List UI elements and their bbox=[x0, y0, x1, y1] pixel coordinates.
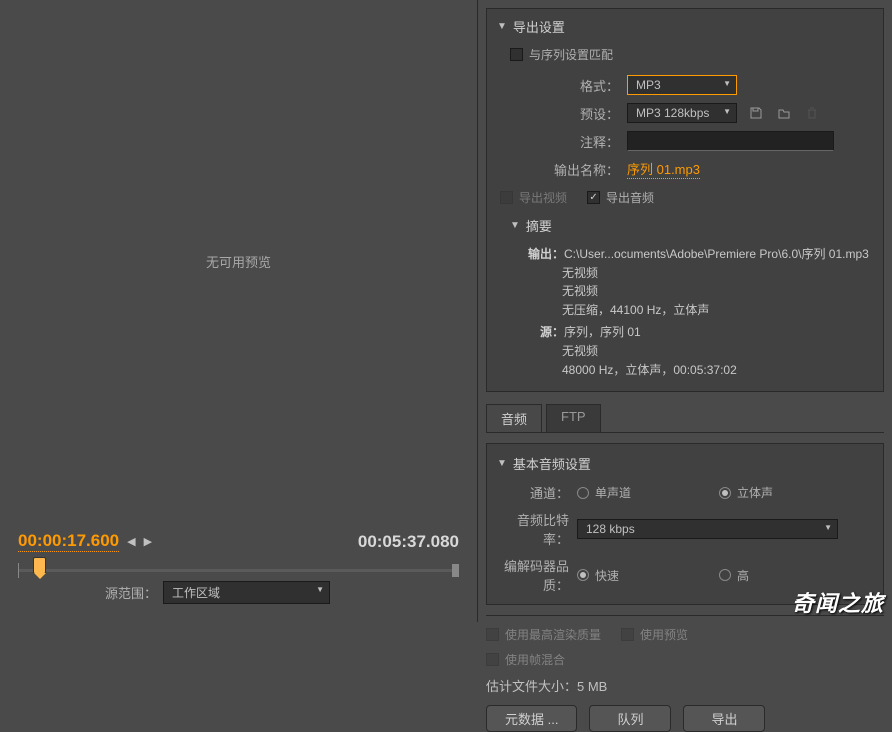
audio-settings-section: ▼ 基本音频设置 通道： 单声道 立体声 音频比特率： 128 kbps 编解码… bbox=[486, 443, 884, 605]
preset-label: 预设： bbox=[497, 104, 627, 123]
max-render-label: 使用最高渲染质量 bbox=[505, 626, 601, 643]
audio-settings-title: 基本音频设置 bbox=[513, 454, 591, 473]
metadata-button[interactable]: 元数据 ... bbox=[486, 705, 577, 732]
filesize-label: 估计文件大小： bbox=[486, 679, 577, 694]
mono-radio[interactable]: 单声道 bbox=[577, 484, 631, 501]
output-name-link[interactable]: 序列 01.mp3 bbox=[627, 159, 700, 179]
settings-panel: ▼ 导出设置 与序列设置匹配 格式： MP3 预设： MP3 128kbps 注… bbox=[477, 0, 892, 622]
summary-disclosure-icon[interactable]: ▼ bbox=[510, 220, 520, 231]
match-sequence-label: 与序列设置匹配 bbox=[529, 46, 613, 63]
prev-frame-icon[interactable]: ◀ bbox=[127, 535, 135, 548]
export-audio-checkbox[interactable] bbox=[587, 191, 600, 204]
source-range-dropdown[interactable]: 工作区域 bbox=[163, 581, 330, 604]
save-preset-icon[interactable] bbox=[747, 104, 765, 122]
bitrate-dropdown[interactable]: 128 kbps bbox=[577, 519, 838, 539]
preview-panel: 无可用预览 00:00:17.600 ◀ ▶ 00:05:37.080 源 bbox=[0, 0, 477, 622]
export-button[interactable]: 导出 bbox=[683, 705, 765, 732]
time-total: 00:05:37.080 bbox=[358, 532, 459, 552]
format-dropdown[interactable]: MP3 bbox=[627, 75, 737, 95]
audio-disclosure-icon[interactable]: ▼ bbox=[497, 458, 507, 469]
high-radio[interactable]: 高 bbox=[719, 567, 749, 584]
channel-label: 通道： bbox=[497, 483, 577, 502]
comment-input[interactable] bbox=[627, 131, 834, 151]
use-preview-label: 使用预览 bbox=[640, 626, 688, 643]
slider-end-handle[interactable] bbox=[452, 564, 459, 577]
export-settings-section: ▼ 导出设置 与序列设置匹配 格式： MP3 预设： MP3 128kbps 注… bbox=[486, 8, 884, 392]
delete-preset-icon bbox=[803, 104, 821, 122]
tab-row: 音频 FTP bbox=[486, 404, 884, 433]
frame-blend-label: 使用帧混合 bbox=[505, 651, 565, 668]
fast-radio[interactable]: 快速 bbox=[577, 567, 619, 584]
comment-label: 注释： bbox=[497, 132, 627, 151]
time-current[interactable]: 00:00:17.600 bbox=[18, 531, 119, 552]
filesize-value: 5 MB bbox=[577, 679, 607, 694]
output-name-label: 输出名称： bbox=[497, 160, 627, 179]
preset-dropdown[interactable]: MP3 128kbps bbox=[627, 103, 737, 123]
export-video-checkbox bbox=[500, 191, 513, 204]
playhead-handle[interactable] bbox=[33, 557, 46, 574]
use-preview-checkbox bbox=[621, 628, 634, 641]
export-title: 导出设置 bbox=[513, 17, 565, 36]
format-label: 格式： bbox=[497, 76, 627, 95]
queue-button[interactable]: 队列 bbox=[589, 705, 671, 732]
preview-area: 无可用预览 bbox=[0, 0, 477, 522]
bottom-options: 使用最高渲染质量 使用预览 使用帧混合 估计文件大小：5 MB 元数据 ... … bbox=[486, 615, 884, 732]
export-video-label: 导出视频 bbox=[519, 189, 567, 206]
source-range-label: 源范围： bbox=[105, 583, 157, 602]
match-sequence-checkbox[interactable] bbox=[510, 48, 523, 61]
next-frame-icon[interactable]: ▶ bbox=[144, 535, 152, 548]
watermark: 奇闻之旅 bbox=[792, 586, 884, 618]
timeline-slider[interactable] bbox=[18, 569, 459, 572]
summary-content: 输出：C:\User...ocuments\Adobe\Premiere Pro… bbox=[528, 245, 873, 379]
summary-title: 摘要 bbox=[526, 216, 552, 235]
bitrate-label: 音频比特率： bbox=[497, 510, 577, 548]
timeline-controls: 00:00:17.600 ◀ ▶ 00:05:37.080 bbox=[18, 531, 459, 572]
disclosure-icon[interactable]: ▼ bbox=[497, 21, 507, 32]
no-preview-text: 无可用预览 bbox=[206, 252, 271, 271]
stereo-radio[interactable]: 立体声 bbox=[719, 484, 773, 501]
import-preset-icon[interactable] bbox=[775, 104, 793, 122]
codec-quality-label: 编解码器品质： bbox=[497, 556, 577, 594]
tab-ftp[interactable]: FTP bbox=[546, 404, 601, 432]
export-audio-label: 导出音频 bbox=[606, 189, 654, 206]
max-render-checkbox bbox=[486, 628, 499, 641]
tab-audio[interactable]: 音频 bbox=[486, 404, 542, 432]
frame-blend-checkbox bbox=[486, 653, 499, 666]
